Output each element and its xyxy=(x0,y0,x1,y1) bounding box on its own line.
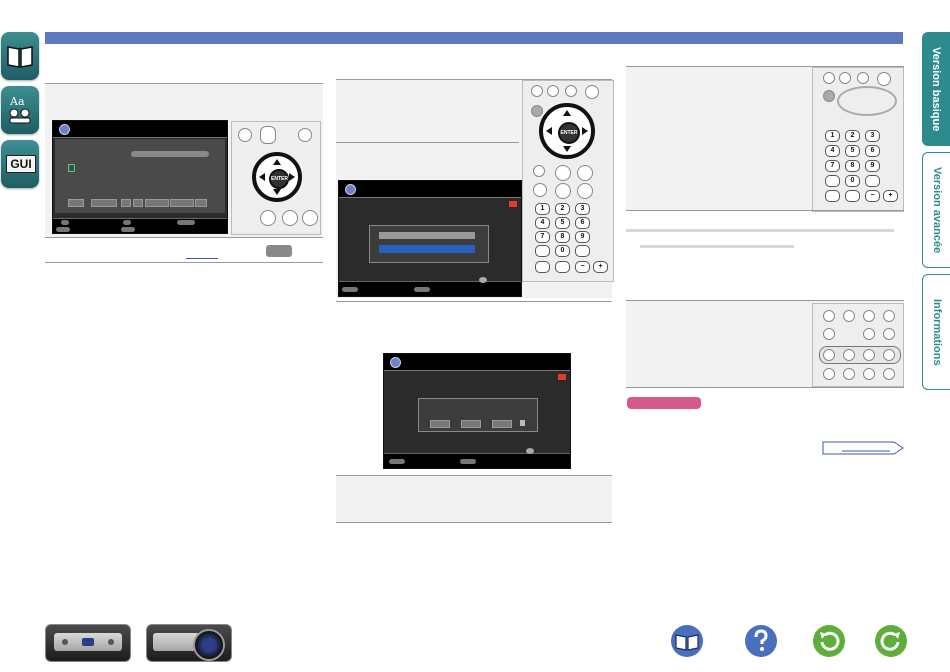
enter-button: ENTER xyxy=(269,169,289,189)
tab-label: Version basique xyxy=(930,46,942,132)
tab-version-basique[interactable]: Version basique xyxy=(922,32,950,146)
network-icon xyxy=(390,357,401,368)
text-placeholder xyxy=(640,245,794,248)
product-front-image[interactable] xyxy=(45,624,131,662)
direction-pad: ENTER xyxy=(252,152,302,202)
gui-screen-network-settings xyxy=(52,120,228,234)
direction-pad: ENTER xyxy=(539,103,595,159)
text-placeholder xyxy=(626,229,894,232)
back-icon[interactable] xyxy=(812,624,846,658)
network-icon xyxy=(345,184,356,195)
note-badge xyxy=(627,397,701,409)
gui-button[interactable]: GUI xyxy=(1,140,39,188)
divider xyxy=(336,522,612,523)
help-icon[interactable] xyxy=(744,624,778,658)
tab-version-avancee[interactable]: Version avancée xyxy=(922,152,950,268)
divider xyxy=(45,262,323,263)
divider xyxy=(626,387,904,388)
glossary-button[interactable]: Aa xyxy=(1,86,39,134)
book-icon xyxy=(7,46,33,68)
gui-screen-confirmation xyxy=(383,353,571,469)
button-badge xyxy=(266,245,292,257)
step-panel xyxy=(336,476,612,522)
svg-text:Aa: Aa xyxy=(9,95,25,108)
table-of-contents-icon[interactable] xyxy=(670,624,704,658)
divider xyxy=(336,142,519,143)
gui-screen-selection-dialog xyxy=(338,180,522,297)
remote-control-illustration: ENTER xyxy=(231,121,321,235)
product-rear-image[interactable] xyxy=(146,624,232,662)
manual-book-icon[interactable] xyxy=(1,32,39,80)
network-icon xyxy=(59,124,70,135)
remote-control-illustration xyxy=(812,303,904,387)
page-link-underline[interactable] xyxy=(186,258,218,259)
tab-label: Informations xyxy=(931,298,943,366)
gui-icon: GUI xyxy=(6,155,36,173)
header-bar xyxy=(45,32,903,44)
divider xyxy=(45,237,323,238)
page-link-arrow-icon[interactable] xyxy=(822,440,906,456)
forward-icon[interactable] xyxy=(874,624,908,658)
tab-label: Version avancée xyxy=(931,166,943,254)
remote-control-illustration: ENTER 1 2 3 4 5 6 7 8 9 0 − + xyxy=(522,80,614,282)
glossary-icon: Aa xyxy=(9,95,31,124)
tab-informations[interactable]: Informations xyxy=(922,274,950,390)
remote-control-illustration: 1 2 3 4 5 6 7 8 9 0 − + xyxy=(812,67,904,212)
divider xyxy=(626,210,904,211)
enter-button: ENTER xyxy=(558,122,580,144)
